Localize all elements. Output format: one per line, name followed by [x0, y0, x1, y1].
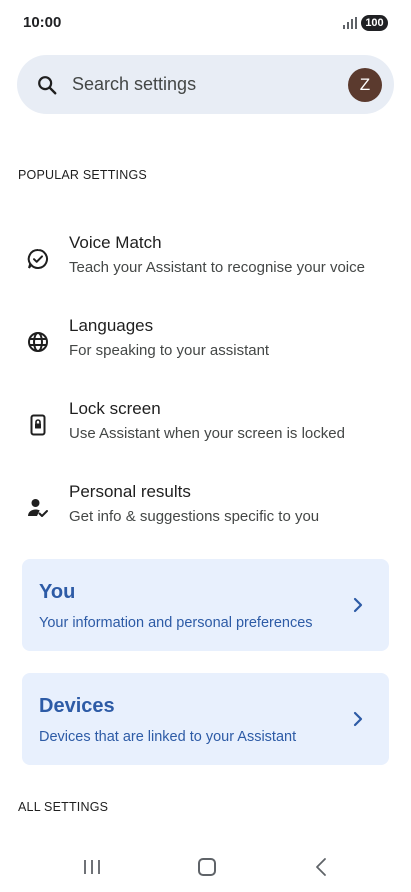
setting-lock-screen[interactable]: Lock screen Use Assistant when your scre… — [0, 399, 411, 463]
all-settings-header: ALL SETTINGS — [18, 800, 109, 814]
chevron-right-icon — [353, 597, 363, 613]
back-icon[interactable] — [314, 857, 328, 877]
avatar[interactable]: Z — [348, 68, 382, 102]
card-title: Devices — [39, 695, 115, 717]
setting-subtitle: For speaking to your assistant — [69, 342, 270, 359]
setting-subtitle: Teach your Assistant to recognise your v… — [69, 259, 365, 276]
setting-voice-match[interactable]: Voice Match Teach your Assistant to reco… — [0, 233, 411, 297]
setting-personal-results[interactable]: Personal results Get info & suggestions … — [0, 482, 411, 546]
setting-title: Voice Match — [69, 233, 162, 252]
setting-subtitle: Get info & suggestions specific to you — [69, 508, 320, 525]
popular-settings-header: POPULAR SETTINGS — [18, 168, 147, 182]
navigation-bar — [0, 846, 411, 892]
setting-title: Languages — [69, 316, 154, 335]
personal-results-icon — [28, 499, 48, 517]
voice-match-icon — [27, 248, 48, 269]
setting-title: Personal results — [69, 482, 191, 501]
chevron-right-icon — [353, 711, 363, 727]
lock-screen-icon — [30, 414, 46, 436]
devices-card[interactable]: Devices Devices that are linked to your … — [22, 673, 389, 765]
search-icon — [38, 76, 57, 95]
status-time: 10:00 — [23, 14, 62, 31]
card-subtitle: Devices that are linked to your Assistan… — [39, 729, 297, 745]
home-icon[interactable] — [198, 858, 216, 876]
battery-badge: 100 — [361, 15, 388, 31]
card-title: You — [39, 581, 76, 603]
assistant-settings-screen: 10:00 100 Search settings Z POPULAR SETT… — [0, 0, 411, 892]
search-bar[interactable]: Search settings Z — [17, 55, 394, 114]
card-subtitle: Your information and personal preference… — [39, 615, 313, 631]
search-input[interactable]: Search settings — [72, 74, 196, 95]
setting-languages[interactable]: Languages For speaking to your assistant — [0, 316, 411, 380]
setting-title: Lock screen — [69, 399, 161, 418]
status-bar: 10:00 100 — [0, 0, 411, 48]
signal-icon — [343, 17, 357, 29]
setting-subtitle: Use Assistant when your screen is locked — [69, 425, 345, 442]
globe-icon — [28, 332, 48, 352]
recents-icon[interactable] — [83, 858, 101, 876]
you-card[interactable]: You Your information and personal prefer… — [22, 559, 389, 651]
